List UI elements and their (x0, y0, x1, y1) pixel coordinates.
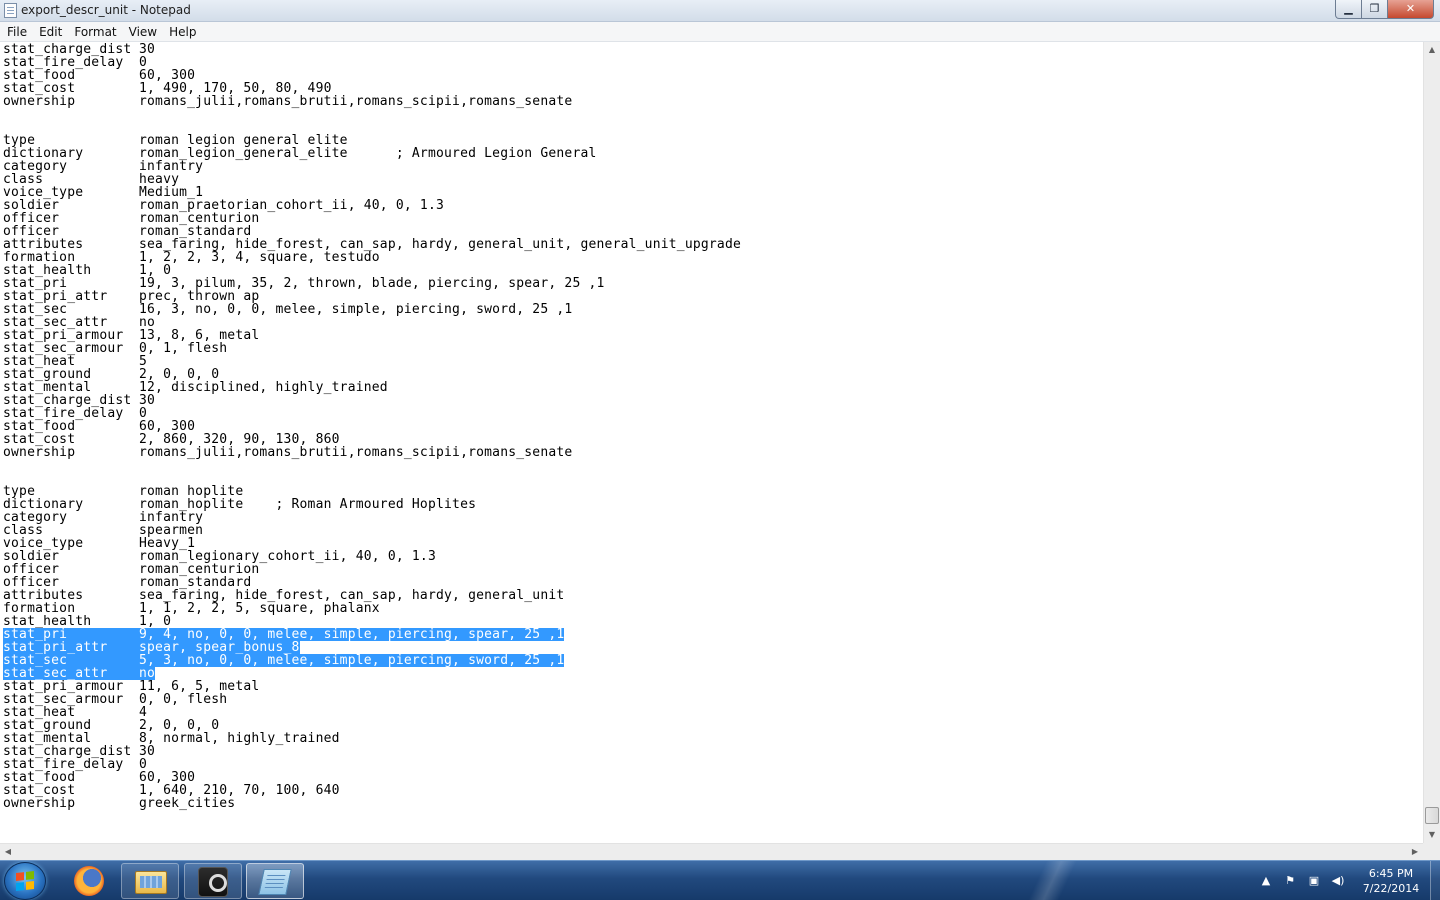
line-value: roman_legion_general_elite ; Armoured Le… (139, 146, 597, 161)
menu-view[interactable]: View (123, 22, 163, 42)
text-editor[interactable]: stat_charge_dist 30 stat_fire_delay 0 stat_f… (0, 42, 1423, 843)
text-line[interactable] (3, 472, 741, 485)
line-value: 5, 3, no, 0, 0, melee, simple, piercing,… (139, 653, 565, 668)
scroll-left-arrow-icon[interactable]: ◀ (0, 844, 16, 860)
text-line[interactable]: ownership romans_julii,romans_brutii,roma… (3, 95, 741, 108)
text-line[interactable]: stat_sec_armour 0, 0, flesh (3, 693, 741, 706)
text-line[interactable]: stat_sec_armour 0, 1, flesh (3, 342, 741, 355)
text-line[interactable]: class spearmen (3, 524, 741, 537)
line-key: ownership (3, 94, 76, 109)
menu-format[interactable]: Format (68, 22, 122, 42)
line-value: 1, 1, 2, 2, 5, square, phalanx (139, 601, 380, 616)
text-line[interactable]: stat_pri 19, 3, pilum, 35, 2, thrown, bla… (3, 277, 741, 290)
show-hidden-icons-icon[interactable]: ▲ (1259, 875, 1273, 887)
text-line[interactable]: stat_food 60, 300 (3, 69, 741, 82)
text-line[interactable]: stat_cost 1, 640, 210, 70, 100, 640 (3, 784, 741, 797)
taskbar-explorer-button[interactable] (121, 863, 179, 899)
editor-content[interactable]: stat_charge_dist 30 stat_fire_delay 0 stat_f… (3, 43, 741, 810)
line-value: 0, 1, flesh (139, 341, 228, 356)
scroll-down-arrow-icon[interactable]: ▼ (1424, 827, 1440, 843)
text-line[interactable]: ownership romans_julii,romans_brutii,roma… (3, 446, 741, 459)
text-line[interactable]: soldier roman_praetorian_cohort_ii, 40, 0… (3, 199, 741, 212)
text-line[interactable]: stat_fire_delay 0 (3, 56, 741, 69)
show-desktop-button[interactable] (1430, 861, 1440, 900)
text-line[interactable]: officer roman_centurion (3, 212, 741, 225)
size-grip[interactable] (1423, 843, 1440, 860)
text-line[interactable]: formation 1, 2, 2, 3, 4, square, testudo (3, 251, 741, 264)
start-button[interactable] (4, 862, 46, 900)
menu-help[interactable]: Help (163, 22, 202, 42)
line-value: romans_julii,romans_brutii,romans_scipii… (139, 94, 573, 109)
line-value: romans_julii,romans_brutii,romans_scipii… (139, 445, 573, 460)
line-value: 0, 0, flesh (139, 692, 228, 707)
notepad-icon (258, 869, 292, 895)
taskbar: ▲ ⚑ ▣ ◀) 6:45 PM 7/22/2014 (0, 860, 1440, 900)
maximize-button[interactable]: ❐ (1362, 0, 1388, 19)
text-line[interactable] (3, 108, 741, 121)
scroll-up-arrow-icon[interactable]: ▲ (1424, 42, 1440, 58)
line-value: 1, 2, 2, 3, 4, square, testudo (139, 250, 380, 265)
text-line[interactable]: stat_heat 4 (3, 706, 741, 719)
steam-icon (198, 867, 228, 897)
clock-time: 6:45 PM (1368, 867, 1414, 880)
text-line[interactable]: stat_fire_delay 0 (3, 758, 741, 771)
notepad-app-icon[interactable] (4, 3, 17, 18)
window-title: export_descr_unit - Notepad (21, 3, 191, 17)
text-line[interactable]: category infantry (3, 511, 741, 524)
action-center-flag-icon[interactable]: ⚑ (1283, 875, 1297, 887)
text-line[interactable]: dictionary roman_legion_general_elite ; A… (3, 147, 741, 160)
vertical-scroll-thumb[interactable] (1425, 807, 1439, 824)
explorer-icon (135, 871, 167, 894)
line-value: 12, disciplined, highly_trained (139, 380, 388, 395)
taskbar-notepad-button[interactable] (246, 863, 304, 899)
line-value: greek_cities (139, 796, 236, 811)
line-key: ownership (3, 445, 76, 460)
text-line[interactable]: dictionary roman_hoplite ; Roman Armoured… (3, 498, 741, 511)
horizontal-scrollbar[interactable]: ◀ ▶ (0, 843, 1423, 860)
volume-icon[interactable]: ◀) (1331, 875, 1345, 887)
text-line[interactable]: formation 1, 1, 2, 2, 5, square, phalanx (3, 602, 741, 615)
menu-file[interactable]: File (1, 22, 33, 42)
text-line[interactable]: ownership greek_cities (3, 797, 741, 810)
line-key: ownership (3, 796, 76, 811)
window-controls: ▁ ❐ ✕ (1335, 0, 1434, 19)
title-bar[interactable]: export_descr_unit - Notepad ▁ ❐ ✕ (0, 0, 1440, 22)
firefox-icon (74, 866, 104, 896)
line-value: 16, 3, no, 0, 0, melee, simple, piercing… (139, 302, 573, 317)
menu-bar: File Edit Format View Help (0, 22, 1440, 42)
vertical-scrollbar[interactable]: ▲ ▼ (1423, 42, 1440, 843)
text-line[interactable]: category infantry (3, 160, 741, 173)
text-line[interactable]: class heavy (3, 173, 741, 186)
selected-text-line[interactable]: stat_pri 9, 4, no, 0, 0, melee, simple, p… (3, 628, 741, 641)
text-line[interactable]: stat_food 60, 300 (3, 420, 741, 433)
taskbar-steam-button[interactable] (184, 863, 242, 899)
close-button[interactable]: ✕ (1388, 0, 1434, 19)
text-line[interactable]: soldier roman_legionary_cohort_ii, 40, 0,… (3, 550, 741, 563)
scroll-right-arrow-icon[interactable]: ▶ (1407, 844, 1423, 860)
text-line[interactable]: stat_food 60, 300 (3, 771, 741, 784)
clock-date: 7/22/2014 (1362, 882, 1420, 895)
taskbar-firefox-button[interactable] (60, 863, 118, 899)
text-line[interactable]: stat_fire_delay 0 (3, 407, 741, 420)
text-line[interactable]: stat_ground 2, 0, 0, 0 (3, 719, 741, 732)
text-line[interactable]: stat_sec 16, 3, no, 0, 0, melee, simple, … (3, 303, 741, 316)
menu-edit[interactable]: Edit (33, 22, 68, 42)
line-value: 8, normal, highly_trained (139, 731, 340, 746)
clock[interactable]: 6:45 PM 7/22/2014 (1350, 866, 1432, 896)
network-icon[interactable]: ▣ (1307, 875, 1321, 887)
text-line[interactable]: officer roman_centurion (3, 563, 741, 576)
text-line[interactable] (3, 121, 741, 134)
minimize-button[interactable]: ▁ (1335, 0, 1362, 19)
text-line[interactable] (3, 459, 741, 472)
text-line[interactable]: stat_heat 5 (3, 355, 741, 368)
selected-text-line[interactable]: stat_sec 5, 3, no, 0, 0, melee, simple, p… (3, 654, 741, 667)
